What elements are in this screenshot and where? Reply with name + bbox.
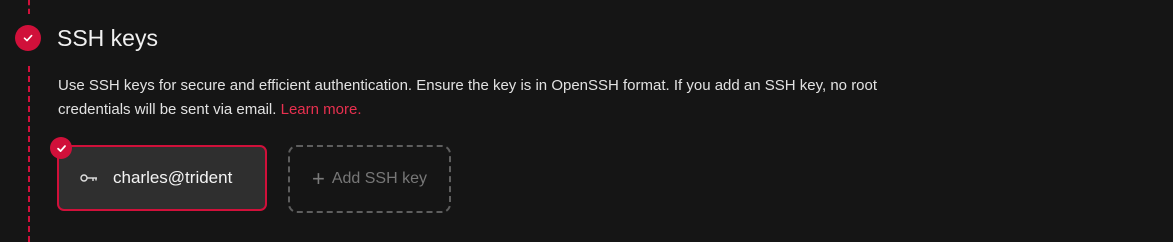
timeline-connector bbox=[28, 66, 30, 242]
section-title: SSH keys bbox=[57, 25, 158, 51]
key-icon bbox=[80, 173, 98, 183]
add-ssh-key-label: Add SSH key bbox=[331, 170, 427, 187]
section-description: Use SSH keys for secure and efficient au… bbox=[58, 74, 918, 122]
ssh-key-name: charles@trident bbox=[113, 168, 233, 187]
step-complete-check-icon bbox=[15, 25, 41, 51]
add-ssh-key-button[interactable]: + Add SSH key bbox=[288, 145, 451, 213]
description-text: Use SSH keys for secure and efficient au… bbox=[58, 77, 878, 118]
timeline-connector-top bbox=[28, 0, 30, 14]
learn-more-link[interactable]: Learn more. bbox=[281, 101, 362, 118]
ssh-keys-section: SSH keys Use SSH keys for secure and eff… bbox=[0, 0, 1173, 242]
ssh-key-card[interactable]: charles@trident bbox=[57, 145, 267, 211]
plus-icon: + bbox=[311, 166, 325, 191]
selected-check-icon bbox=[50, 137, 72, 159]
